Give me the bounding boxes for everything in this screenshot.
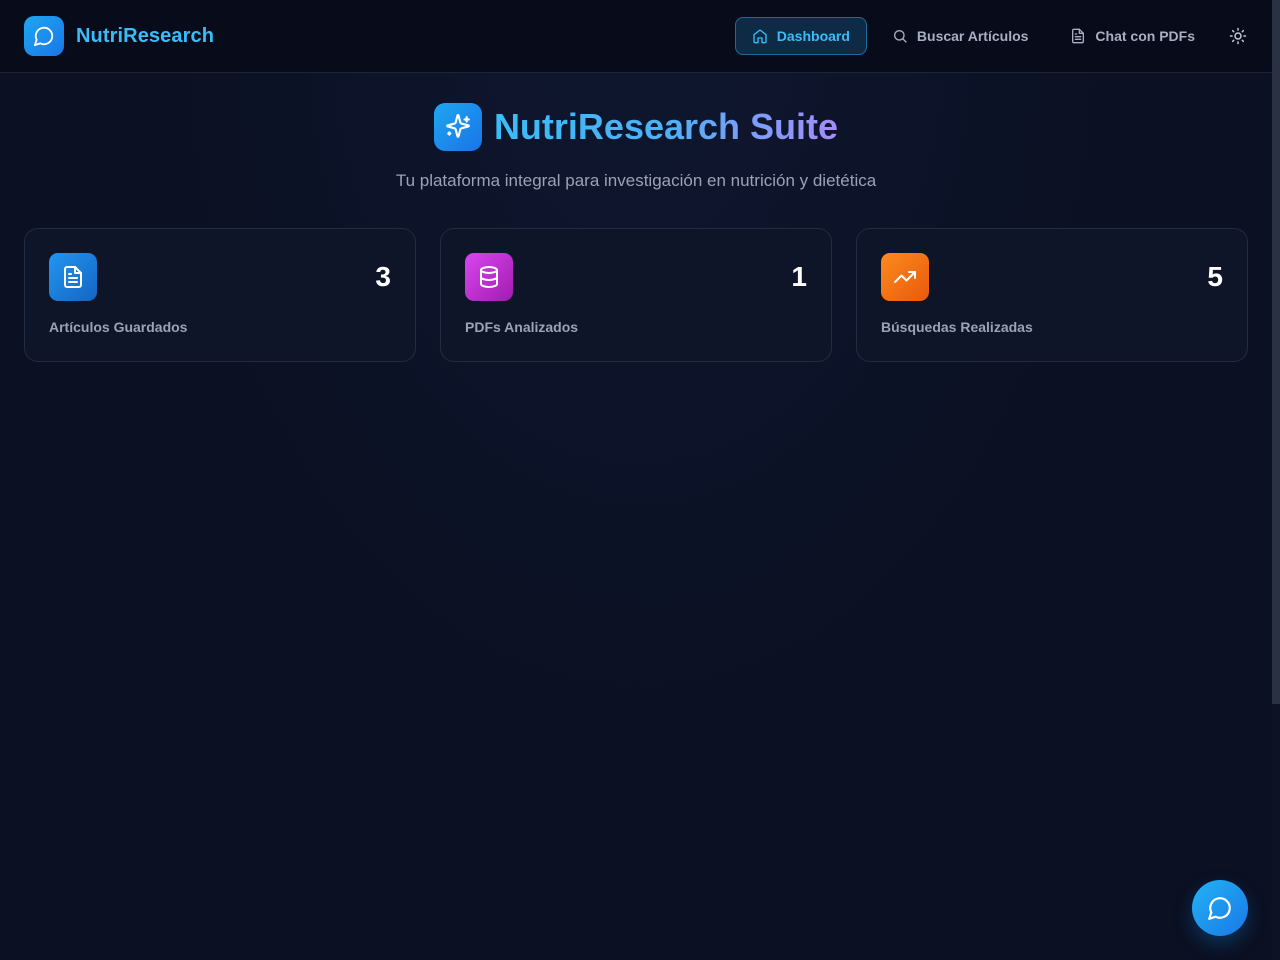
stat-card-pdfs-analizados[interactable]: 1 PDFs Analizados bbox=[440, 228, 832, 362]
stat-card-busquedas-realizadas[interactable]: 5 Búsquedas Realizadas bbox=[856, 228, 1248, 362]
database-icon bbox=[465, 253, 513, 301]
stat-label: Artículos Guardados bbox=[49, 319, 188, 335]
sun-icon bbox=[1229, 27, 1247, 45]
stat-value: 3 bbox=[375, 261, 391, 292]
sparkles-icon bbox=[433, 103, 482, 151]
file-text-icon bbox=[49, 253, 97, 301]
chat-fab-button[interactable] bbox=[1192, 880, 1248, 936]
message-circle-icon bbox=[1208, 897, 1231, 920]
nav-chat-con-pdfs-label: Chat con PDFs bbox=[1095, 28, 1195, 44]
stat-value: 5 bbox=[1207, 261, 1223, 292]
file-text-icon bbox=[1072, 28, 1085, 44]
stat-label: Búsquedas Realizadas bbox=[881, 319, 1033, 335]
stat-card-articulos-guardados[interactable]: 3 Artículos Guardados bbox=[24, 228, 416, 362]
trending-up-icon bbox=[881, 253, 929, 301]
brand[interactable]: NutriResearch bbox=[24, 16, 214, 56]
stat-label: PDFs Analizados bbox=[465, 319, 579, 335]
search-icon bbox=[893, 30, 907, 43]
main-nav: Dashboard Buscar Artículos Chat con PDFs bbox=[727, 17, 1256, 55]
nav-dashboard[interactable]: Dashboard bbox=[734, 17, 867, 55]
home-icon bbox=[753, 29, 767, 44]
nav-buscar-articulos-label: Buscar Artículos bbox=[916, 28, 1029, 44]
stats-cards: 3 Artículos Guardados 1 PDFs Analizados … bbox=[24, 228, 1248, 362]
hero: NutriResearch Suite Tu plataforma integr… bbox=[0, 103, 1272, 191]
message-circle-icon bbox=[24, 16, 64, 56]
top-navbar: NutriResearch Dashboard Buscar Artículos… bbox=[0, 0, 1272, 73]
hero-title-row: NutriResearch Suite bbox=[0, 103, 1272, 151]
brand-name: NutriResearch bbox=[76, 24, 215, 47]
scrollbar-thumb[interactable] bbox=[1272, 0, 1280, 704]
nav-chat-con-pdfs[interactable]: Chat con PDFs bbox=[1053, 17, 1212, 55]
page-title: NutriResearch Suite bbox=[494, 103, 838, 151]
nav-dashboard-label: Dashboard bbox=[776, 28, 850, 44]
theme-toggle-button[interactable] bbox=[1220, 18, 1256, 54]
scrollbar[interactable] bbox=[1272, 0, 1280, 960]
stat-value: 1 bbox=[791, 261, 807, 292]
page-subtitle: Tu plataforma integral para investigació… bbox=[395, 171, 877, 190]
nav-buscar-articulos[interactable]: Buscar Artículos bbox=[875, 17, 1046, 55]
